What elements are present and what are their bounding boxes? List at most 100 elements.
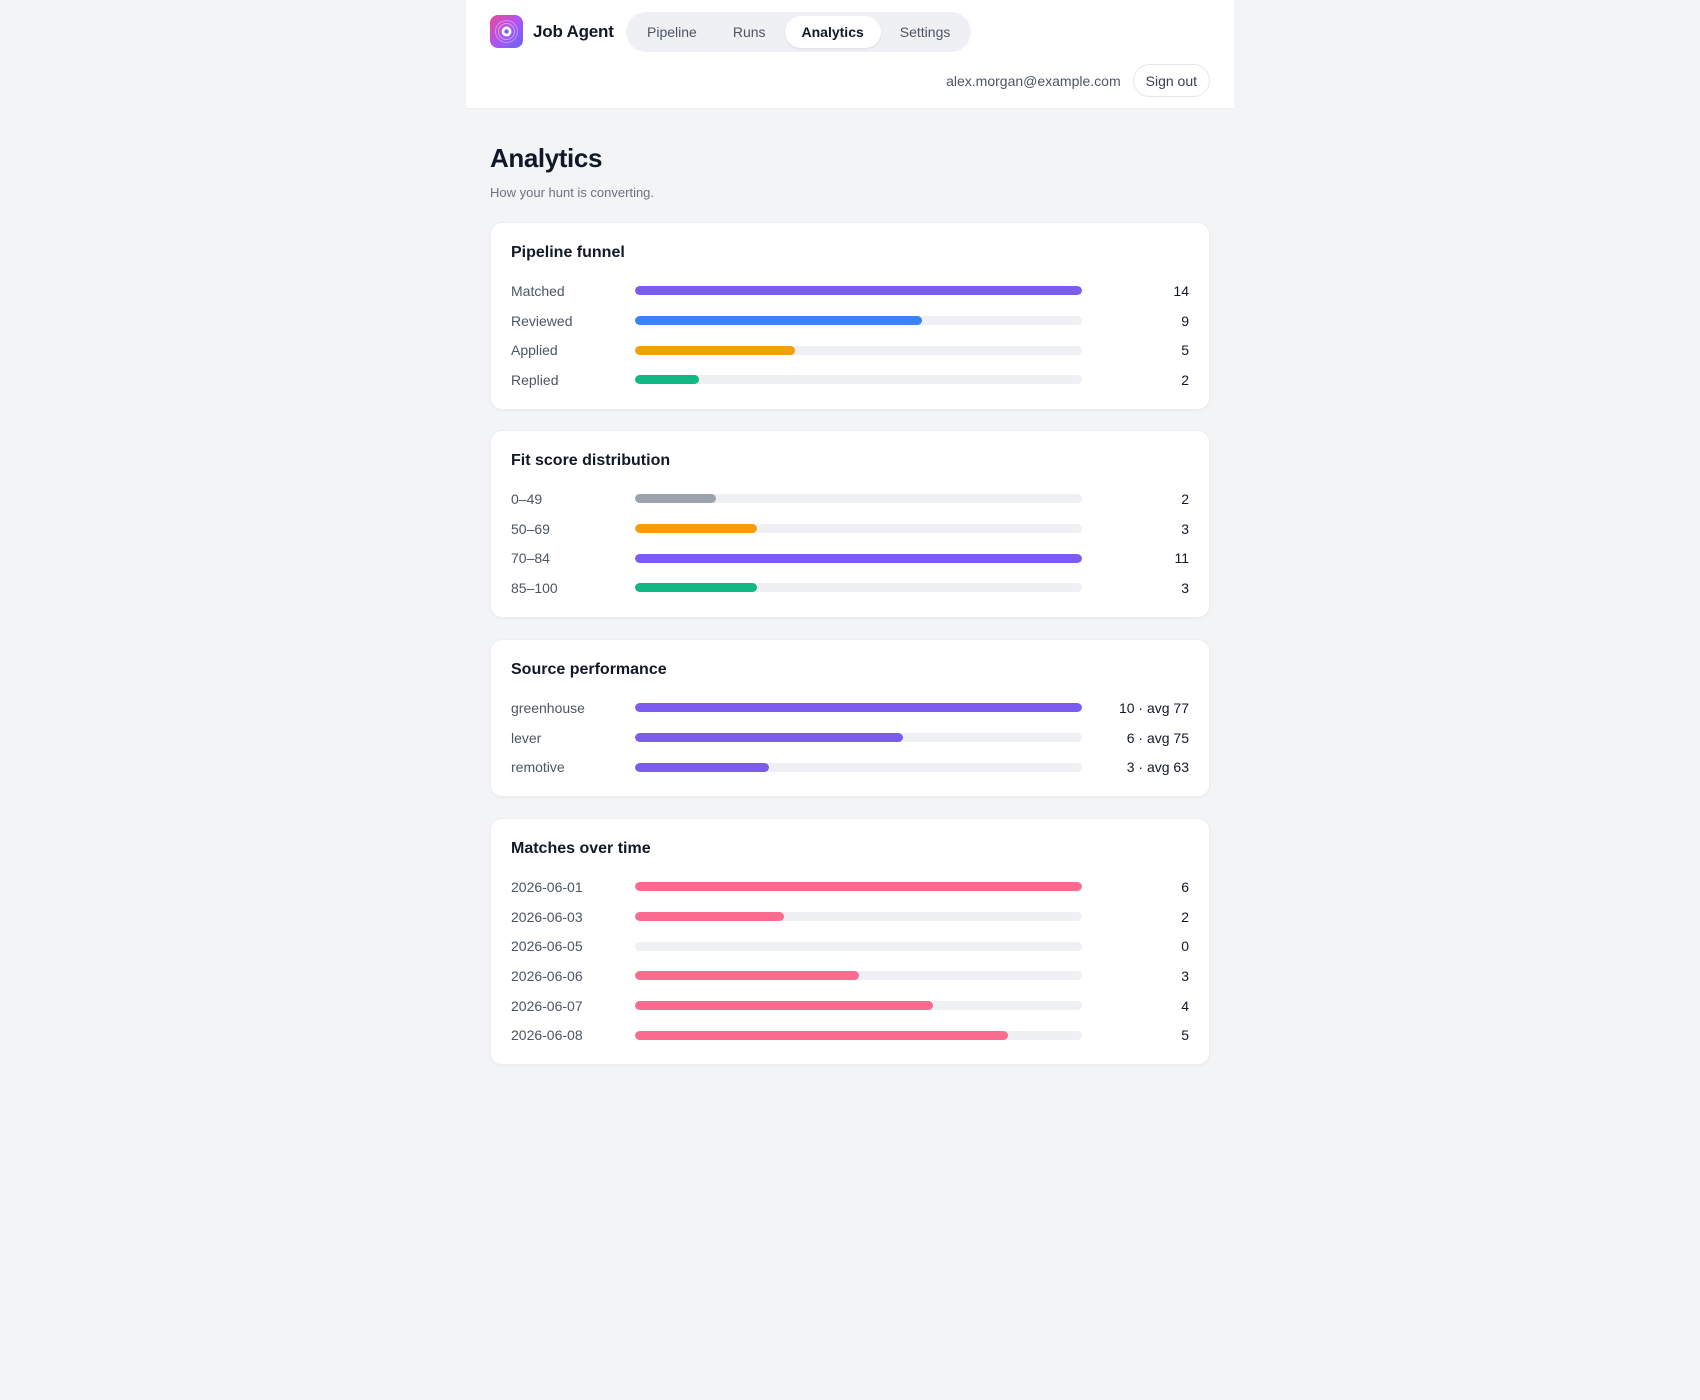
bar-value: 3 — [1181, 967, 1189, 984]
bar-track — [635, 286, 1082, 296]
bar-fill — [635, 524, 757, 534]
bar-track — [635, 1001, 1082, 1011]
bar-row: 2026-06-08 5 — [511, 1020, 1189, 1050]
bar-track — [635, 583, 1082, 593]
tab-settings[interactable]: Settings — [883, 16, 968, 48]
bar-value: 9 — [1181, 312, 1189, 329]
bar-track — [635, 941, 1082, 951]
card-title: Pipeline funnel — [511, 244, 625, 261]
bar-fill — [635, 762, 770, 772]
top-bar: Job Agent Pipeline Runs Analytics Settin… — [466, 0, 1234, 109]
bar-fill — [635, 583, 757, 593]
bar-value: 11 — [1174, 550, 1189, 567]
bar-value: 3 — [1181, 520, 1189, 537]
bar-value: 6 · avg 75 — [1126, 729, 1189, 746]
bar-label: Replied — [511, 371, 559, 388]
bar-fill — [635, 1001, 933, 1011]
bar-track — [635, 762, 1082, 772]
tab-pipeline[interactable]: Pipeline — [630, 16, 714, 48]
bar-label: remotive — [511, 759, 565, 776]
bar-label: 2026-06-06 — [511, 967, 583, 984]
bar-value: 3 — [1181, 579, 1189, 596]
user-email: alex.morgan@example.com — [946, 72, 1121, 89]
page-title: Analytics — [490, 143, 603, 173]
card-title: Source performance — [511, 661, 667, 678]
bar-track — [635, 971, 1082, 981]
bar-fill — [635, 912, 784, 922]
bar-value: 10 · avg 77 — [1118, 699, 1189, 716]
bar-track — [635, 882, 1082, 892]
bar-row: Reviewed 9 — [511, 306, 1189, 336]
bar-track — [635, 1030, 1082, 1040]
bar-label: lever — [511, 729, 542, 746]
bar-value: 5 — [1181, 1027, 1189, 1044]
bar-value: 2 — [1181, 908, 1189, 925]
bar-fill — [635, 375, 699, 385]
bar-label: 85–100 — [511, 579, 558, 596]
sign-out-button[interactable]: Sign out — [1132, 64, 1210, 97]
nav-tabs: Pipeline Runs Analytics Settings — [626, 12, 972, 52]
bar-fill — [635, 553, 1082, 563]
bar-value: 3 · avg 63 — [1126, 759, 1189, 776]
bar-label: greenhouse — [511, 699, 585, 716]
bar-value: 2 — [1181, 490, 1189, 507]
bar-value: 2 — [1181, 371, 1189, 388]
bar-fill — [635, 345, 795, 355]
user-area: alex.morgan@example.com Sign out — [946, 64, 1210, 97]
bar-label: 2026-06-03 — [511, 908, 583, 925]
bar-row: 50–69 3 — [511, 514, 1189, 544]
source-performance-card: Source performance greenhouse 10 · avg 77… — [490, 639, 1210, 797]
bar-track — [635, 375, 1082, 385]
bar-row: 2026-06-05 0 — [511, 931, 1189, 961]
bar-fill — [635, 971, 859, 981]
bar-row: 2026-06-03 2 — [511, 902, 1189, 932]
app-name: Job Agent — [533, 21, 614, 41]
card-title: Matches over time — [511, 840, 651, 857]
main-content: Analytics How your hunt is converting. P… — [490, 140, 1210, 1065]
bar-value: 14 — [1173, 282, 1189, 299]
brand[interactable]: Job Agent — [490, 15, 614, 48]
bar-label: 2026-06-05 — [511, 938, 583, 955]
bar-row: 70–84 11 — [511, 543, 1189, 573]
bar-row: lever 6 · avg 75 — [511, 723, 1189, 753]
bar-label: 70–84 — [511, 550, 550, 567]
bar-row: Applied 5 — [511, 335, 1189, 365]
tab-analytics[interactable]: Analytics — [784, 16, 881, 48]
bar-row: Replied 2 — [511, 365, 1189, 395]
bar-row: 0–49 2 — [511, 484, 1189, 514]
bar-fill — [635, 733, 904, 743]
bar-track — [635, 524, 1082, 534]
bar-rows: greenhouse 10 · avg 77 lever 6 · avg 75 remo… — [511, 693, 1189, 782]
bar-row: 2026-06-06 3 — [511, 961, 1189, 991]
bar-label: Applied — [511, 342, 558, 359]
bar-value: 6 — [1181, 878, 1189, 895]
bar-rows: Matched 14 Reviewed 9 Applied 5 Replied 2 — [511, 276, 1189, 395]
bar-label: 50–69 — [511, 520, 550, 537]
bar-track — [635, 553, 1082, 563]
bar-row: 2026-06-01 6 — [511, 872, 1189, 902]
page-subtitle: How your hunt is converting. — [490, 185, 655, 200]
card-title: Fit score distribution — [511, 452, 671, 469]
bar-value: 4 — [1181, 997, 1189, 1014]
bar-fill — [635, 494, 717, 504]
bar-track — [635, 316, 1082, 326]
tab-runs[interactable]: Runs — [716, 16, 783, 48]
bar-track — [635, 703, 1082, 713]
bar-row: 85–100 3 — [511, 573, 1189, 603]
bar-label: 2026-06-07 — [511, 997, 583, 1014]
target-icon — [490, 15, 523, 48]
bar-label: 0–49 — [511, 490, 543, 507]
bar-row: Matched 14 — [511, 276, 1189, 306]
bar-rows: 0–49 2 50–69 3 70–84 11 85–100 3 — [511, 484, 1189, 603]
bar-row: greenhouse 10 · avg 77 — [511, 693, 1189, 723]
bar-track — [635, 733, 1082, 743]
bar-label: 2026-06-08 — [511, 1027, 583, 1044]
pipeline-funnel-card: Pipeline funnel Matched 14 Reviewed 9 Applie… — [490, 222, 1210, 410]
bar-fill — [635, 286, 1082, 296]
bar-track — [635, 345, 1082, 355]
bar-value: 0 — [1181, 938, 1189, 955]
bar-value: 5 — [1181, 342, 1189, 359]
bar-label: Reviewed — [511, 312, 573, 329]
bar-fill — [635, 316, 923, 326]
bar-label: Matched — [511, 282, 565, 299]
